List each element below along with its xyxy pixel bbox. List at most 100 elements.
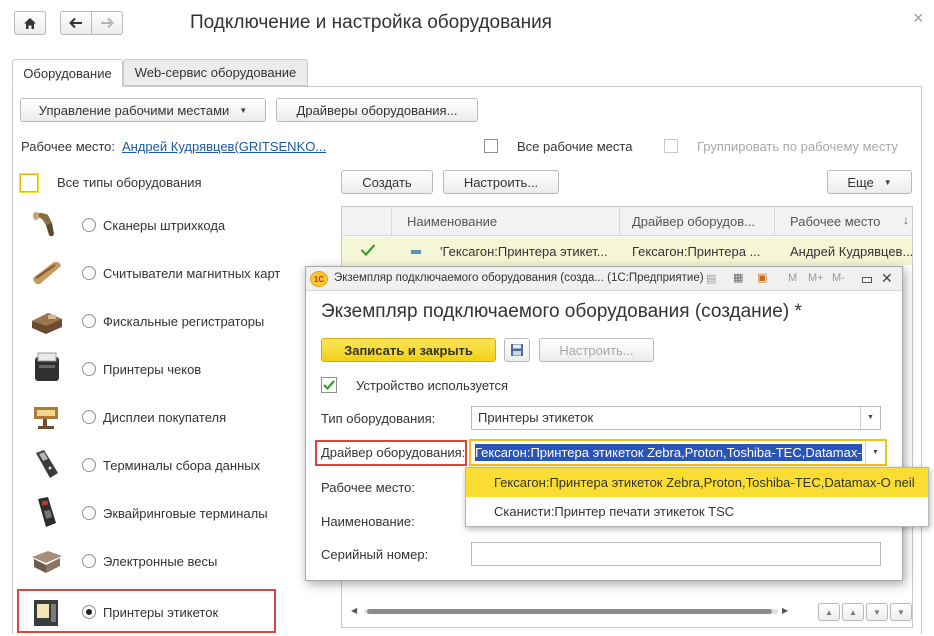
sort-down-icon[interactable]: ↓ <box>903 213 909 227</box>
all-workplaces-label: Все рабочие места <box>517 139 633 154</box>
horizontal-scrollbar-thumb[interactable] <box>367 609 772 614</box>
home-button[interactable] <box>14 11 46 35</box>
type-radio-scales[interactable] <box>82 554 96 568</box>
data-terminal-icon <box>36 450 58 478</box>
configure-button-label: Настроить... <box>463 174 539 190</box>
calculator-icon[interactable]: ▦ <box>733 271 743 284</box>
memory-store-button[interactable]: M <box>788 272 797 284</box>
drivers-button[interactable]: Драйверы оборудования... <box>276 98 478 122</box>
row-workplace: Андрей Кудрявцев... <box>790 244 914 259</box>
acquiring-terminal-icon <box>38 497 56 527</box>
dialog-heading: Экземпляр подключаемого оборудования (со… <box>321 301 802 322</box>
dropdown-option[interactable]: Сканисти:Принтер печати этикеток TSC <box>466 497 928 526</box>
tab-equipment-label: Оборудование <box>23 65 112 81</box>
dialog-configure-label: Настроить... <box>559 342 634 358</box>
close-icon[interactable]: × <box>913 8 924 29</box>
dropdown-arrow-icon[interactable]: ▼ <box>865 441 885 464</box>
equipment-driver-label: Драйвер оборудования: <box>321 445 466 460</box>
save-and-close-button[interactable]: Записать и закрыть <box>321 338 496 362</box>
page-title: Подключение и настройка оборудования <box>190 12 552 33</box>
barcode-scanner-icon <box>33 212 54 237</box>
workplaces-dropdown-button[interactable]: Управление рабочими местами ▼ <box>20 98 266 122</box>
scroll-down-button[interactable]: ▼ <box>866 603 888 621</box>
label-printer-icon <box>34 600 58 626</box>
all-types-checkbox[interactable] <box>20 174 38 192</box>
more-button-label: Еще <box>847 174 874 190</box>
scroll-left-icon[interactable]: ◀ <box>351 606 357 615</box>
type-radio-barcode-scanners[interactable] <box>82 218 96 232</box>
scroll-to-top-button[interactable]: ▲ <box>818 603 840 621</box>
create-button-label: Создать <box>362 174 412 190</box>
header-divider <box>619 207 620 236</box>
type-label-card-readers: Считыватели магнитных карт <box>103 266 281 281</box>
header-divider <box>774 207 775 236</box>
all-workplaces-checkbox[interactable] <box>484 139 498 153</box>
forward-button[interactable] <box>91 11 123 35</box>
document-icon[interactable]: ▤ <box>706 272 716 285</box>
equipment-type-value: Принтеры этикеток <box>478 410 594 425</box>
close-dialog-icon[interactable]: ✕ <box>881 270 893 287</box>
workplace-link[interactable]: Андрей Кудрявцев(GRITSENKO... <box>122 139 326 154</box>
type-label-barcode-scanners: Сканеры штрихкода <box>103 218 226 233</box>
type-label-data-terminals: Терминалы сбора данных <box>103 458 261 473</box>
type-radio-receipt-printers[interactable] <box>82 362 96 376</box>
type-radio-data-terminals[interactable] <box>82 458 96 472</box>
back-button[interactable] <box>60 11 92 35</box>
equipment-driver-field[interactable]: Гексагон:Принтера этикеток Zebra,Proton,… <box>469 439 887 466</box>
header-divider <box>391 207 392 236</box>
workplaces-button-label: Управление рабочими местами <box>38 102 230 118</box>
serial-number-field[interactable] <box>471 542 881 566</box>
home-icon <box>24 17 36 29</box>
equipment-driver-value: Гексагон:Принтера этикеток Zebra,Proton,… <box>475 444 862 461</box>
equipment-type-field[interactable]: Принтеры этикеток ▼ <box>471 406 881 430</box>
floppy-disk-icon <box>511 344 523 356</box>
dialog-configure-button[interactable]: Настроить... <box>539 338 654 362</box>
type-label-customer-displays: Дисплеи покупателя <box>103 410 227 425</box>
workplace-label: Рабочее место: <box>21 139 116 154</box>
type-radio-acquiring-terminals[interactable] <box>82 506 96 520</box>
column-header-workplace[interactable]: Рабочее место <box>790 214 880 229</box>
scroll-to-bottom-button[interactable]: ▼ <box>890 603 912 621</box>
item-marker-icon <box>411 250 421 254</box>
arrow-right-icon <box>101 17 114 29</box>
type-radio-label-printers[interactable] <box>82 605 96 619</box>
row-name: 'Гексагон:Принтера этикет... <box>440 244 608 259</box>
dropdown-option-label: Сканисти:Принтер печати этикеток TSC <box>494 504 735 519</box>
device-used-checkbox[interactable] <box>321 377 337 393</box>
type-radio-fiscal-registers[interactable] <box>82 314 96 328</box>
scroll-right-icon[interactable]: ▶ <box>782 606 788 615</box>
save-button[interactable] <box>504 338 530 362</box>
type-label-receipt-printers: Принтеры чеков <box>103 362 202 377</box>
calendar-icon[interactable]: ▣ <box>757 271 767 284</box>
type-radio-customer-displays[interactable] <box>82 410 96 424</box>
column-header-name[interactable]: Наименование <box>407 214 497 229</box>
minimize-icon[interactable] <box>862 277 872 283</box>
dropdown-arrow-icon: ▼ <box>239 105 248 115</box>
fiscal-register-icon <box>32 313 62 334</box>
scales-icon <box>32 551 62 573</box>
workplace-field-label: Рабочее место: <box>321 480 416 495</box>
type-radio-card-readers[interactable] <box>82 266 96 280</box>
type-label-scales: Электронные весы <box>103 554 218 569</box>
tab-web-service-label: Web-сервис оборудование <box>134 65 297 80</box>
create-button[interactable]: Создать <box>341 170 433 194</box>
dropdown-arrow-icon[interactable]: ▼ <box>860 407 880 429</box>
column-header-driver[interactable]: Драйвер оборудов... <box>632 214 755 229</box>
tab-equipment[interactable]: Оборудование <box>12 59 123 87</box>
arrow-left-icon <box>69 17 82 29</box>
dropdown-arrow-icon: ▼ <box>883 177 892 187</box>
tab-web-service[interactable]: Web-сервис оборудование <box>123 59 308 86</box>
group-by-workplace-label: Группировать по рабочему месту <box>697 139 898 154</box>
memory-subtract-button[interactable]: M- <box>832 272 845 284</box>
receipt-printer-icon <box>35 352 59 381</box>
dropdown-option[interactable]: Гексагон:Принтера этикеток Zebra,Proton,… <box>466 468 928 497</box>
configure-button[interactable]: Настроить... <box>443 170 559 194</box>
memory-add-button[interactable]: M+ <box>808 272 824 284</box>
row-driver: Гексагон:Принтера ... <box>632 244 761 259</box>
group-by-workplace-checkbox[interactable] <box>664 139 678 153</box>
scroll-up-button[interactable]: ▲ <box>842 603 864 621</box>
checkmark-icon <box>360 244 376 257</box>
device-used-label: Устройство используется <box>356 378 509 393</box>
more-button[interactable]: Еще ▼ <box>827 170 912 194</box>
equipment-type-label: Тип оборудования: <box>321 411 436 426</box>
